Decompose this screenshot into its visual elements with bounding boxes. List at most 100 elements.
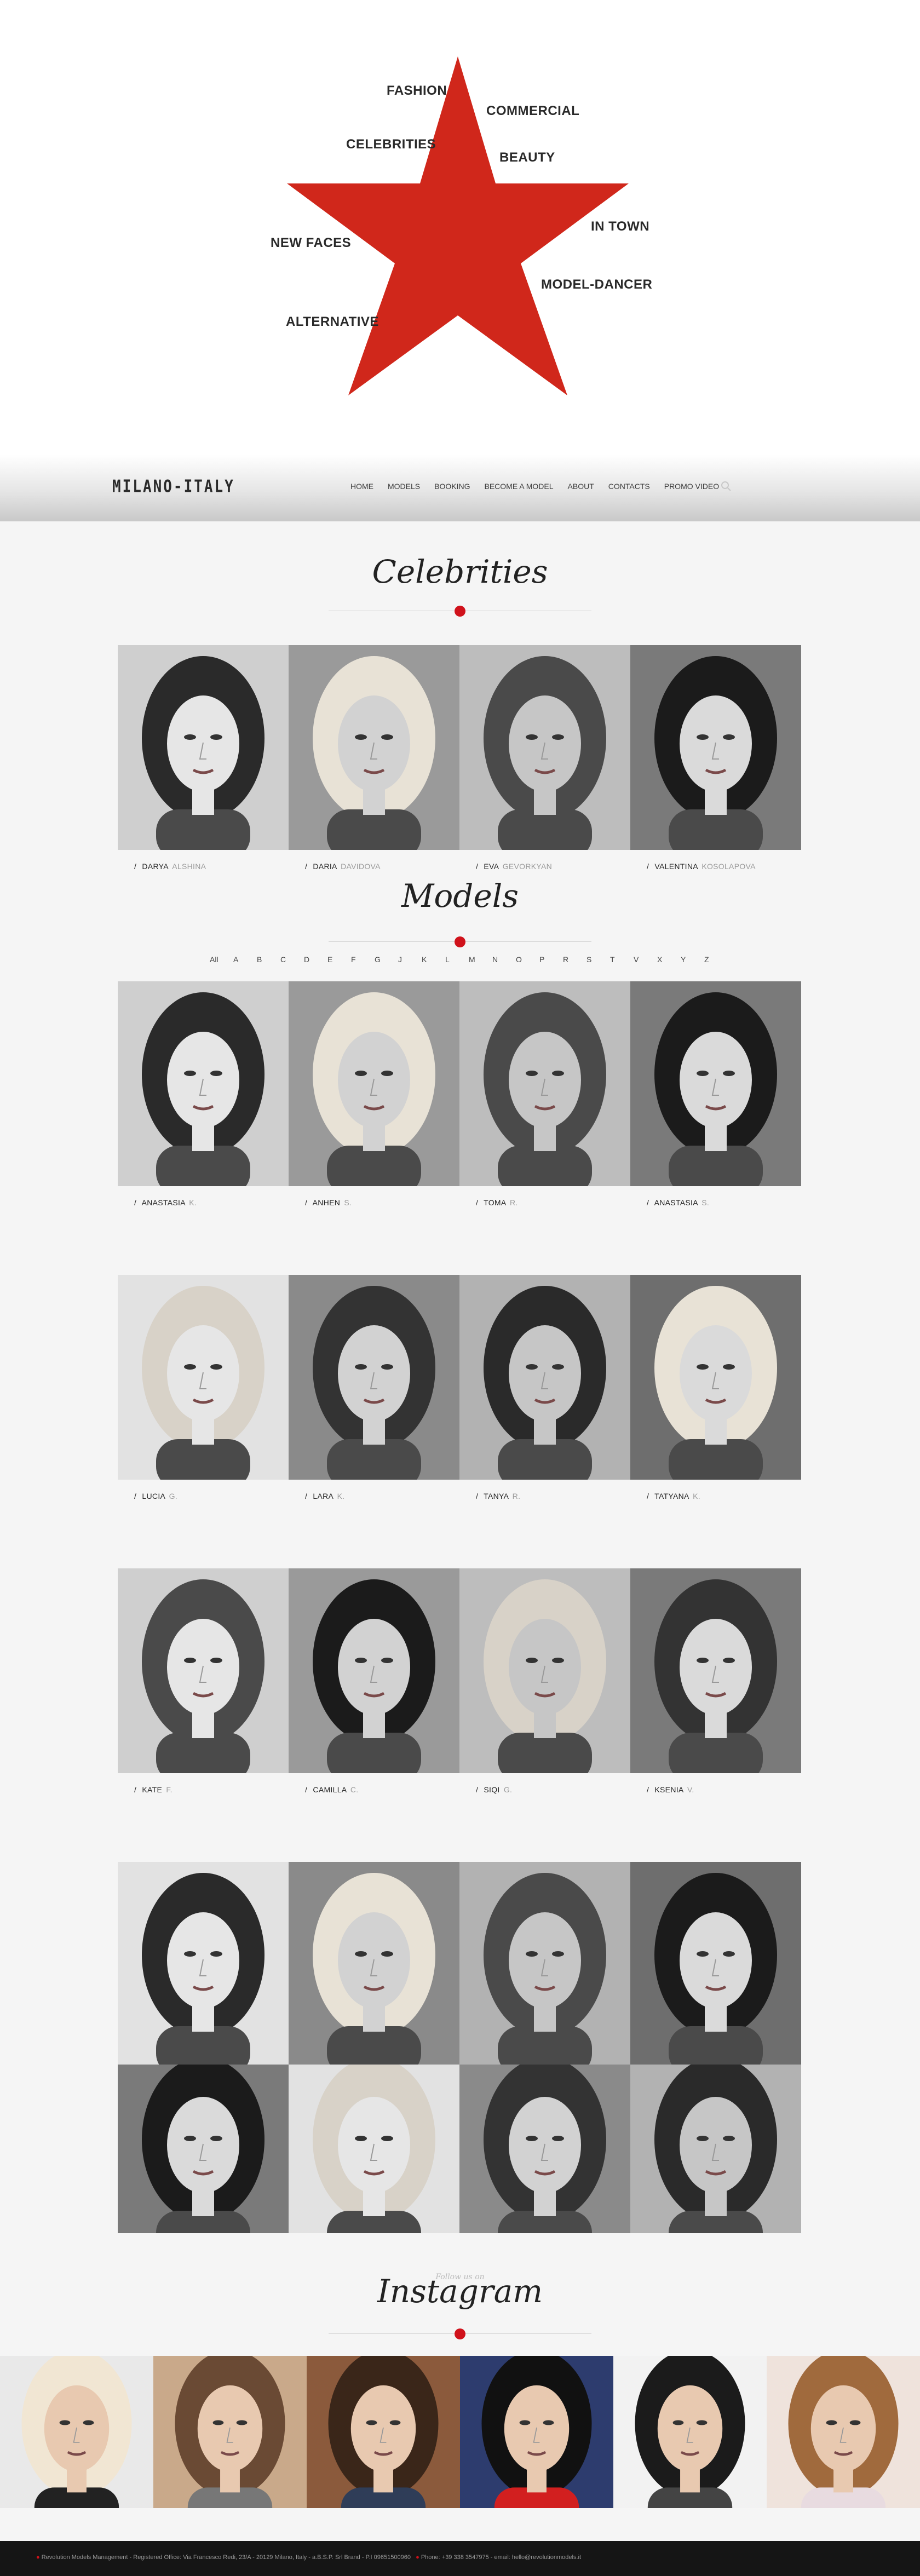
model-caption[interactable]: / LARA K. (289, 1492, 459, 1500)
model-photo[interactable] (459, 1275, 630, 1480)
instagram-post[interactable] (0, 2356, 153, 2508)
nav-item-about[interactable]: ABOUT (568, 482, 594, 491)
model-caption[interactable]: / TANYA R. (459, 1492, 630, 1500)
model-photo[interactable] (118, 1862, 289, 2067)
model-photo[interactable] (459, 1568, 630, 1773)
category-in-town-link[interactable]: IN TOWN (591, 219, 649, 234)
model-photo[interactable] (459, 1862, 630, 2067)
model-caption[interactable]: / TATYANA K. (630, 1492, 801, 1500)
alphabet-filter-x[interactable]: X (657, 955, 681, 964)
nav-item-booking[interactable]: BOOKING (434, 482, 470, 491)
alphabet-filter-e[interactable]: E (327, 955, 351, 964)
model-photo[interactable] (459, 981, 630, 1186)
instagram-post[interactable] (613, 2356, 767, 2508)
alphabet-filter-s[interactable]: S (586, 955, 610, 964)
model-photo[interactable] (630, 2065, 801, 2233)
alphabet-filter-t[interactable]: T (610, 955, 634, 964)
model-photo[interactable] (630, 981, 801, 1186)
model-card[interactable]: / MINGYI T. (630, 1862, 801, 2088)
model-card[interactable]: / VALENTINA KOSOLAPOVA (630, 645, 801, 871)
alphabet-filter-r[interactable]: R (563, 955, 586, 964)
model-photo[interactable] (630, 1568, 801, 1773)
model-caption[interactable]: / LUCIA G. (118, 1492, 289, 1500)
model-card[interactable]: / ANN R. (289, 1862, 459, 2088)
model-photo[interactable] (459, 645, 630, 850)
model-photo[interactable] (630, 1275, 801, 1480)
model-caption[interactable]: / DARIA DAVIDOVA (289, 862, 459, 871)
alphabet-filter-m[interactable]: M (469, 955, 492, 964)
instagram-post[interactable] (307, 2356, 460, 2508)
nav-item-become-a-model[interactable]: BECOME A MODEL (484, 482, 553, 491)
model-card[interactable]: / KSENIA V. (630, 1568, 801, 1794)
alphabet-filter-k[interactable]: K (422, 955, 445, 964)
model-card[interactable]: / TOMA R. (459, 981, 630, 1207)
nav-item-contacts[interactable]: CONTACTS (608, 482, 650, 491)
model-photo[interactable] (630, 645, 801, 850)
category-fashion-link[interactable]: FASHION (387, 83, 447, 99)
model-photo[interactable] (289, 1862, 459, 2067)
alphabet-filter-d[interactable]: D (304, 955, 327, 964)
alphabet-filter-c[interactable]: C (280, 955, 304, 964)
model-photo[interactable] (630, 1862, 801, 2067)
category-commercial-link[interactable]: COMMERCIAL (486, 104, 579, 119)
model-card[interactable]: / DARYA ALSHINA (118, 645, 289, 871)
model-caption[interactable]: / SIQI G. (459, 1785, 630, 1794)
alphabet-filter-v[interactable]: V (634, 955, 657, 964)
category-alternative-link[interactable]: ALTERNATIVE (286, 314, 379, 330)
category-model-dancer-link[interactable]: MODEL-DANCER (541, 277, 652, 292)
model-card[interactable]: / LARA K. (289, 1275, 459, 1500)
model-card[interactable]: / DARIA DAVIDOVA (289, 645, 459, 871)
model-card[interactable]: / CAMILLA C. (289, 1568, 459, 1794)
model-photo[interactable] (118, 1275, 289, 1480)
category-celebrities-link[interactable]: CELEBRITIES (346, 137, 436, 152)
model-photo[interactable] (118, 1568, 289, 1773)
alphabet-filter-a[interactable]: A (233, 955, 257, 964)
alphabet-filter-all[interactable]: All (210, 955, 233, 964)
model-card[interactable]: / ANHEN S. (289, 981, 459, 1207)
model-photo[interactable] (118, 2065, 289, 2233)
model-card[interactable]: / LUCIA G. (118, 1275, 289, 1500)
model-caption[interactable]: / KATE F. (118, 1785, 289, 1794)
alphabet-filter-f[interactable]: F (351, 955, 375, 964)
site-logo[interactable]: MILANO-ITALY (112, 477, 235, 497)
model-caption[interactable]: / KSENIA V. (630, 1785, 801, 1794)
model-card[interactable]: / EVA GEVORKYAN (459, 645, 630, 871)
model-caption[interactable]: / CAMILLA C. (289, 1785, 459, 1794)
alphabet-filter-l[interactable]: L (445, 955, 469, 964)
model-photo[interactable] (289, 1568, 459, 1773)
model-card[interactable]: / KATE F. (118, 1568, 289, 1794)
alphabet-filter-o[interactable]: O (516, 955, 539, 964)
model-card[interactable]: / ANASTASIA S. (118, 1862, 289, 2088)
model-caption[interactable]: / ANASTASIA S. (630, 1198, 801, 1207)
model-photo[interactable] (118, 981, 289, 1186)
model-photo[interactable] (289, 981, 459, 1186)
model-caption[interactable]: / VALENTINA KOSOLAPOVA (630, 862, 801, 871)
nav-item-promo-video[interactable]: PROMO VIDEO (664, 482, 719, 491)
alphabet-filter-y[interactable]: Y (681, 955, 704, 964)
nav-item-home[interactable]: HOME (350, 482, 373, 491)
model-photo[interactable] (289, 2065, 459, 2233)
alphabet-filter-n[interactable]: N (492, 955, 516, 964)
model-photo[interactable] (289, 1275, 459, 1480)
model-caption[interactable]: / TOMA R. (459, 1198, 630, 1207)
nav-item-models[interactable]: MODELS (388, 482, 420, 491)
alphabet-filter-p[interactable]: P (539, 955, 563, 964)
model-caption[interactable]: / ANHEN S. (289, 1198, 459, 1207)
model-photo[interactable] (289, 645, 459, 850)
instagram-post[interactable] (153, 2356, 307, 2508)
search-icon[interactable] (721, 481, 732, 492)
model-card[interactable]: / TANYA R. (459, 1275, 630, 1500)
model-photo[interactable] (459, 2065, 630, 2233)
model-caption[interactable]: / ANASTASIA K. (118, 1198, 289, 1207)
model-photo[interactable] (118, 645, 289, 850)
alphabet-filter-b[interactable]: B (257, 955, 280, 964)
alphabet-filter-j[interactable]: J (398, 955, 422, 964)
footer-contact[interactable]: Phone: +39 338 3547975 - email: hello@re… (421, 2554, 581, 2561)
model-caption[interactable]: / EVA GEVORKYAN (459, 862, 630, 871)
model-caption[interactable]: / DARYA ALSHINA (118, 862, 289, 871)
model-card[interactable]: / ANASTASIA S. (630, 981, 801, 1207)
instagram-post[interactable] (460, 2356, 613, 2508)
model-card[interactable]: / SIQI G. (459, 1568, 630, 1794)
alphabet-filter-z[interactable]: Z (704, 955, 728, 964)
category-beauty-link[interactable]: BEAUTY (499, 150, 555, 165)
